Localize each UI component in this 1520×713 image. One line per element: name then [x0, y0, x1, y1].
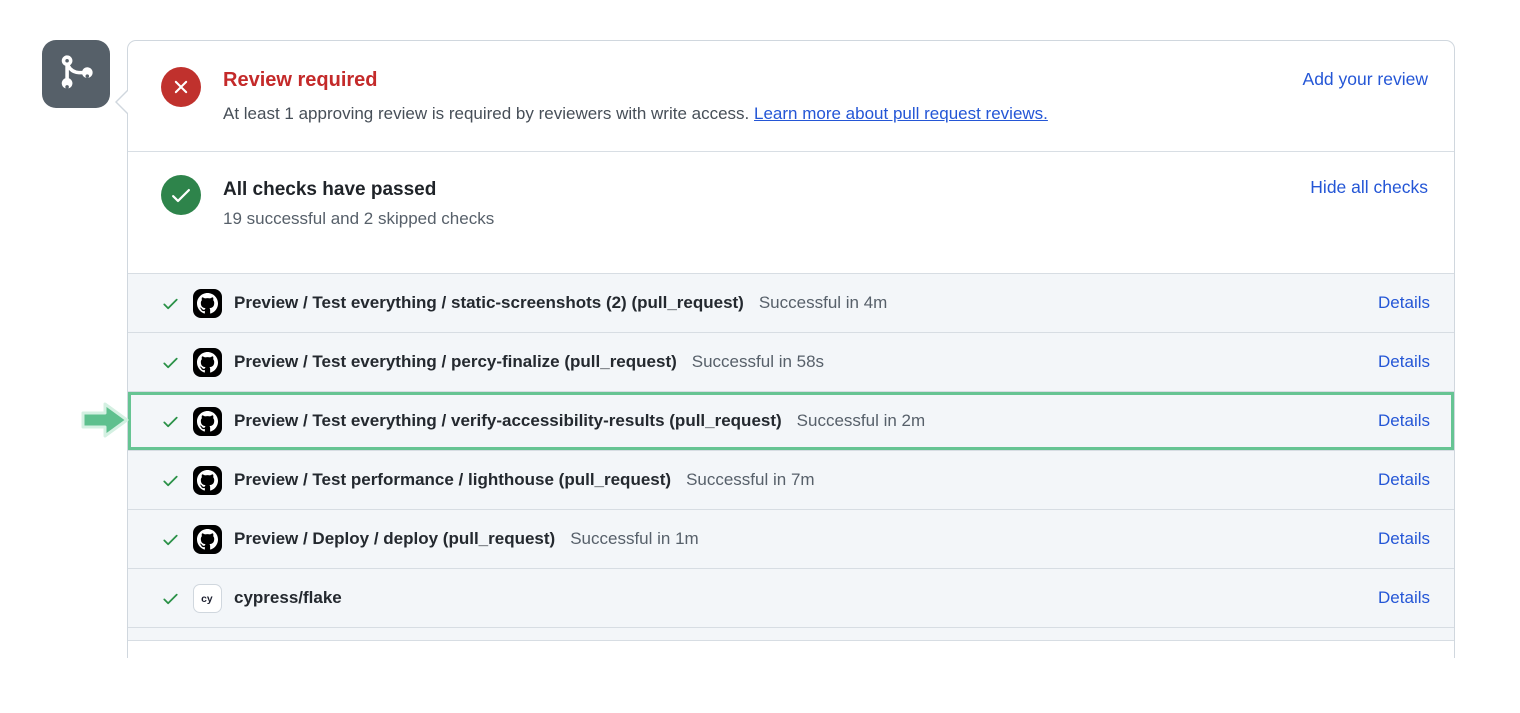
git-merge-icon: [57, 53, 95, 96]
check-name: Preview / Test performance / lighthouse …: [234, 470, 671, 490]
check-success-icon: [161, 589, 180, 608]
merge-status-card: Review required At least 1 approving rev…: [127, 40, 1455, 658]
github-actions-avatar: [193, 407, 222, 436]
check-name: Preview / Test everything / verify-acces…: [234, 411, 782, 431]
next-section-partial: [128, 640, 1454, 658]
check-row[interactable]: cy Preview / Deploy / deploy (pull_reque…: [128, 509, 1454, 568]
review-required-description: At least 1 approving review is required …: [223, 102, 1283, 126]
check-details-link[interactable]: Details: [1378, 352, 1430, 372]
check-success-icon: [161, 294, 180, 313]
checks-list-tail: [128, 627, 1454, 640]
check-row[interactable]: cy Preview / Test everything / percy-fin…: [128, 332, 1454, 391]
check-row[interactable]: cy Preview / Test everything / verify-ac…: [128, 391, 1454, 450]
github-actions-avatar: [193, 525, 222, 554]
check-row[interactable]: cy cypress/flake Details: [128, 568, 1454, 627]
checks-summary-title: All checks have passed: [223, 178, 1290, 202]
check-name: Preview / Test everything / percy-finali…: [234, 352, 677, 372]
check-row-text: Preview / Test everything / verify-acces…: [234, 411, 1362, 431]
review-required-body: Review required At least 1 approving rev…: [223, 67, 1283, 126]
check-row[interactable]: cy Preview / Test everything / static-sc…: [128, 273, 1454, 332]
check-status: Successful in 4m: [759, 293, 1362, 313]
github-actions-avatar: [193, 289, 222, 318]
add-your-review-link[interactable]: Add your review: [1303, 67, 1428, 90]
svg-text:cy: cy: [201, 594, 213, 605]
review-required-description-text: At least 1 approving review is required …: [223, 104, 749, 123]
check-success-icon: [161, 471, 180, 490]
check-details-link[interactable]: Details: [1378, 411, 1430, 431]
check-status: Successful in 7m: [686, 470, 1362, 490]
x-icon: [170, 76, 192, 98]
check-status: Successful in 58s: [692, 352, 1362, 372]
github-actions-avatar: [193, 466, 222, 495]
check-row-text: Preview / Test everything / percy-finali…: [234, 352, 1362, 372]
checks-summary-body: All checks have passed 19 successful and…: [223, 175, 1290, 229]
learn-more-link[interactable]: Learn more about pull request reviews.: [754, 104, 1048, 123]
check-row[interactable]: cy Preview / Test performance / lighthou…: [128, 450, 1454, 509]
check-status: Successful in 1m: [570, 529, 1362, 549]
check-row-text: cypress/flake: [234, 588, 1362, 608]
check-name: Preview / Test everything / static-scree…: [234, 293, 744, 313]
check-row-text: Preview / Deploy / deploy (pull_request)…: [234, 529, 1362, 549]
check-success-icon: [161, 412, 180, 431]
github-actions-avatar: [193, 348, 222, 377]
check-details-link[interactable]: Details: [1378, 293, 1430, 313]
check-success-icon: [161, 530, 180, 549]
checks-summary-section: All checks have passed 19 successful and…: [128, 151, 1454, 273]
check-row-text: Preview / Test performance / lighthouse …: [234, 470, 1362, 490]
review-required-status-icon: [161, 67, 201, 107]
review-required-title: Review required: [223, 68, 1283, 93]
check-details-link[interactable]: Details: [1378, 470, 1430, 490]
checks-passed-status-icon: [161, 175, 201, 215]
check-name: cypress/flake: [234, 588, 342, 608]
cypress-avatar: cy: [193, 584, 222, 613]
review-required-section: Review required At least 1 approving rev…: [128, 41, 1454, 151]
check-details-link[interactable]: Details: [1378, 529, 1430, 549]
check-success-icon: [161, 353, 180, 372]
check-name: Preview / Deploy / deploy (pull_request): [234, 529, 555, 549]
hide-all-checks-link[interactable]: Hide all checks: [1310, 175, 1428, 198]
check-status: Successful in 2m: [797, 411, 1362, 431]
check-details-link[interactable]: Details: [1378, 588, 1430, 608]
checks-summary-subtitle: 19 successful and 2 skipped checks: [223, 209, 1290, 229]
check-icon: [169, 183, 193, 207]
check-row-text: Preview / Test everything / static-scree…: [234, 293, 1362, 313]
row-pointer-arrow: [80, 401, 130, 444]
git-merge-icon-box: [42, 40, 110, 108]
checks-list: cy Preview / Test everything / static-sc…: [128, 273, 1454, 627]
card-caret-fill: [117, 91, 128, 113]
